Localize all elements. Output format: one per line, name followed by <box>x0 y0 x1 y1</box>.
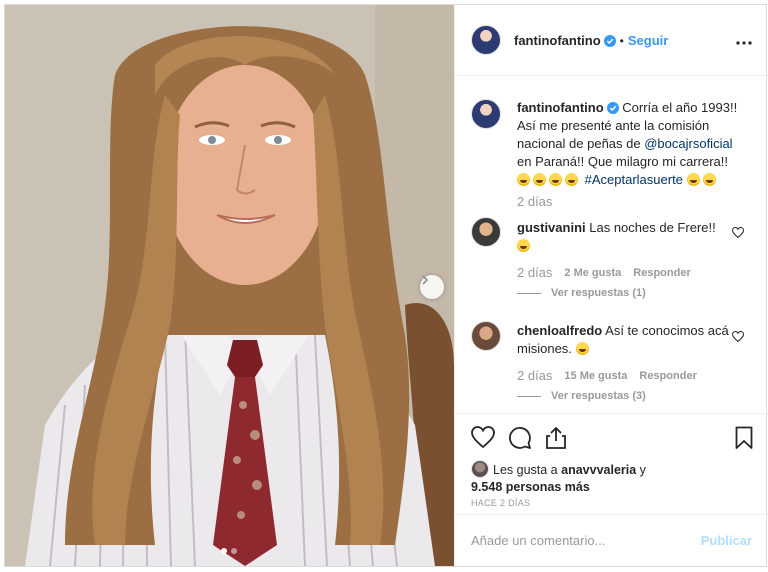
carousel-dot <box>231 548 237 554</box>
instagram-post: fantinofantino • Seguir fantinofantino C… <box>4 4 768 567</box>
likes-summary: Les gusta a anavvvaleria y 9.548 persona… <box>471 460 646 496</box>
comment-time[interactable]: 2 días <box>517 265 552 280</box>
post-side-panel: fantinofantino • Seguir fantinofantino C… <box>454 5 768 566</box>
comment-like-heart-icon[interactable] <box>732 227 744 238</box>
caption: fantinofantino Corría el año 1993!! Así … <box>517 99 745 189</box>
comment-text: Las noches de Frere!! <box>589 220 716 235</box>
comment-2-meta: 2 días 15 Me gusta Responder <box>517 368 697 383</box>
post-photo[interactable] <box>5 5 454 566</box>
mention-link[interactable]: @bocajrsoficial <box>644 136 732 151</box>
laughing-emoji-icon <box>517 239 530 252</box>
laughing-emoji-icon <box>702 173 716 186</box>
chevron-right-icon <box>422 275 429 285</box>
bookmark-icon[interactable] <box>735 426 753 450</box>
comment-1: gustivanini Las noches de Frere!! <box>517 219 737 255</box>
carousel-dots <box>221 548 237 554</box>
carousel-dot-active <box>221 548 227 554</box>
hashtag-link[interactable]: #Aceptarlasuerte <box>585 172 683 187</box>
reply-button[interactable]: Responder <box>633 267 690 279</box>
view-replies-button[interactable]: Ver respuestas (1) <box>517 287 646 299</box>
laughing-emoji-icon <box>549 173 562 186</box>
laughing-emoji-icon <box>565 173 578 186</box>
more-dots-icon[interactable] <box>736 39 752 45</box>
share-icon[interactable] <box>545 426 567 450</box>
likes-prefix: Les gusta a <box>493 463 558 477</box>
comment-likes[interactable]: 2 Me gusta <box>564 267 621 279</box>
avatar[interactable] <box>471 321 501 351</box>
comment-username[interactable]: chenloalfredo <box>517 323 602 338</box>
comment-icon[interactable] <box>508 426 532 450</box>
follow-button[interactable]: Seguir <box>628 33 668 48</box>
publish-button[interactable]: Publicar <box>701 533 752 548</box>
view-replies-label: Ver respuestas (1) <box>551 287 646 299</box>
portrait-illustration <box>5 5 454 566</box>
comment-1-meta: 2 días 2 Me gusta Responder <box>517 265 691 280</box>
post-actions: Les gusta a anavvvaleria y 9.548 persona… <box>455 413 768 514</box>
view-replies-button[interactable]: Ver respuestas (3) <box>517 390 646 402</box>
avatar[interactable] <box>471 217 501 247</box>
verified-badge-icon <box>603 34 616 47</box>
add-comment-bar: Añade un comentario... Publicar <box>455 514 768 566</box>
laughing-emoji-icon <box>517 173 530 186</box>
comment-like-heart-icon[interactable] <box>732 331 744 342</box>
wink-emoji-icon <box>575 342 589 355</box>
likes-count[interactable]: 9.548 personas más <box>471 480 590 494</box>
caption-username[interactable]: fantinofantino <box>517 100 604 115</box>
heart-icon[interactable] <box>471 426 495 448</box>
carousel-next-button[interactable] <box>420 275 444 299</box>
follow-separator: • <box>619 33 624 48</box>
caption-time[interactable]: 2 días <box>517 194 552 209</box>
laughing-emoji-icon <box>686 173 700 186</box>
likes-connector: y <box>639 463 646 477</box>
verified-badge-icon <box>606 102 619 114</box>
laughing-emoji-icon <box>533 173 546 186</box>
post-header: fantinofantino • Seguir <box>455 5 768 76</box>
header-username[interactable]: fantinofantino <box>514 33 601 48</box>
avatar[interactable] <box>471 25 501 55</box>
comment-username[interactable]: gustivanini <box>517 220 586 235</box>
comment-input[interactable]: Añade un comentario... <box>471 533 605 548</box>
avatar[interactable] <box>471 460 489 478</box>
caption-text-2: en Paraná!! Que milagro mi carrera!! <box>517 154 728 169</box>
replies-line <box>517 292 541 294</box>
comment-time[interactable]: 2 días <box>517 368 552 383</box>
comment-2: chenloalfredo Así te conocimos acá misio… <box>517 322 737 358</box>
view-replies-label: Ver respuestas (3) <box>551 390 646 402</box>
replies-line <box>517 395 541 397</box>
avatar[interactable] <box>471 99 501 129</box>
post-timestamp[interactable]: HACE 2 DÍAS <box>471 498 530 508</box>
reply-button[interactable]: Responder <box>639 370 696 382</box>
likes-user[interactable]: anavvvaleria <box>561 463 636 477</box>
comment-likes[interactable]: 15 Me gusta <box>564 370 627 382</box>
comments-list[interactable]: fantinofantino Corría el año 1993!! Así … <box>455 77 768 413</box>
